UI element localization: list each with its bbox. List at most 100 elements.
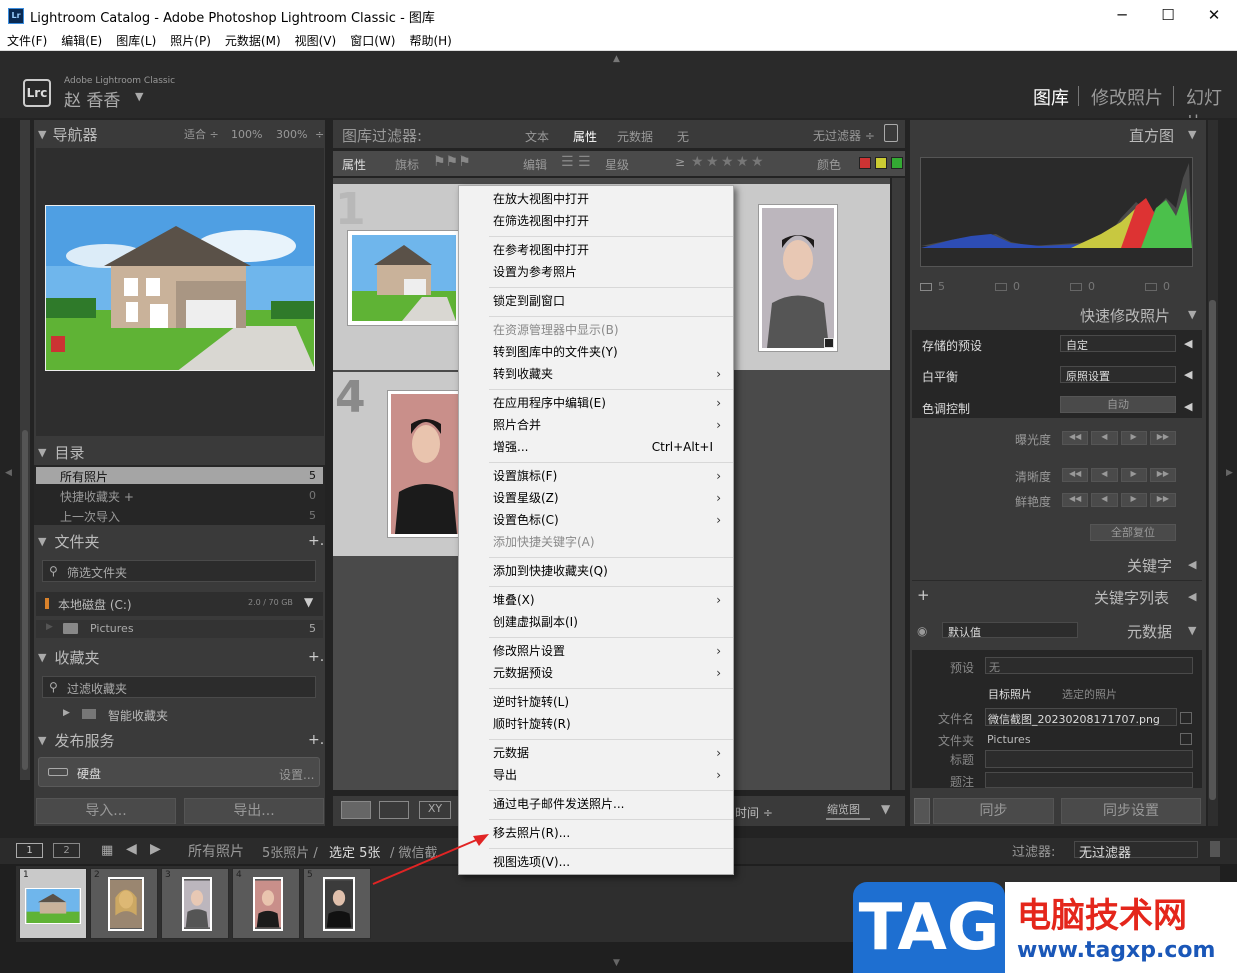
eye-icon[interactable]: ◉ — [917, 624, 927, 638]
right-panel-scrollbar[interactable] — [1209, 300, 1216, 800]
module-library[interactable]: 图库 — [1033, 84, 1069, 110]
filmstrip-thumb-4[interactable]: 4 — [232, 868, 300, 939]
filmstrip-source[interactable]: 所有照片 — [188, 841, 244, 861]
edit-filter-icons[interactable]: ☰ ☰ — [561, 154, 591, 170]
grid-view-button[interactable] — [341, 801, 371, 819]
export-button[interactable]: 导出... — [184, 798, 324, 824]
flag-filter-icons[interactable]: ⚑⚑⚑ — [433, 154, 471, 170]
compare-view-button[interactable]: XY — [419, 801, 451, 819]
filter-lock-icon[interactable] — [1210, 841, 1220, 857]
context-menu-item[interactable]: 视图选项(V)... — [459, 851, 733, 873]
publish-collapse-icon[interactable]: ▼ — [38, 734, 46, 747]
disk-expand-icon[interactable]: ▼ — [304, 595, 313, 609]
context-menu-item[interactable]: 逆时针旋转(L) — [459, 691, 733, 713]
context-menu-item[interactable]: 设置色标(C) › — [459, 509, 733, 531]
nav-100[interactable]: 100% — [231, 128, 262, 141]
module-develop[interactable]: 修改照片 — [1091, 84, 1163, 110]
menu-file[interactable]: 文件(F) — [0, 31, 54, 51]
folder-expand-icon[interactable]: ▶ — [46, 622, 53, 632]
filmstrip-thumb-1[interactable]: 1 — [19, 868, 87, 939]
context-menu-item[interactable]: 转到收藏夹 › — [459, 363, 733, 385]
auto-sync-toggle[interactable] — [914, 798, 930, 824]
go-to-folder-icon[interactable] — [1180, 733, 1192, 745]
minimize-button[interactable]: ─ — [1099, 0, 1145, 31]
filmstrip-thumb-5[interactable]: 5 — [303, 868, 371, 939]
toolbar-menu-icon[interactable]: ▼ — [881, 802, 890, 816]
lock-icon[interactable] — [884, 124, 898, 142]
folders-add-icon[interactable]: +. — [308, 533, 324, 549]
menu-photo[interactable]: 照片(P) — [163, 31, 218, 51]
loupe-view-button[interactable] — [379, 801, 409, 819]
sort-select[interactable]: 时间 ÷ — [735, 804, 773, 821]
qd-auto-tone-button[interactable]: 自动 — [1060, 396, 1176, 413]
close-button[interactable]: ✕ — [1191, 0, 1237, 31]
filter-tab-none[interactable]: 无 — [677, 128, 689, 145]
meta-caption-field[interactable] — [985, 772, 1193, 788]
left-panel-toggle-icon[interactable]: ◀ — [5, 468, 12, 478]
publish-hard-drive[interactable]: 硬盘 设置... — [38, 757, 320, 787]
context-menu-item[interactable]: 设置星级(Z) › — [459, 487, 733, 509]
context-menu-item[interactable]: 设置旗标(F) › — [459, 465, 733, 487]
collections-collapse-icon[interactable]: ▼ — [38, 651, 46, 664]
metadata-collapse-icon[interactable]: ▼ — [1188, 624, 1196, 637]
context-menu-item[interactable]: 元数据 › — [459, 742, 733, 764]
navigator-preview[interactable] — [36, 148, 324, 436]
nav-300[interactable]: 300% — [276, 128, 307, 141]
qd-preset-expand-icon[interactable]: ◀ — [1184, 337, 1192, 350]
import-button[interactable]: 导入... — [36, 798, 176, 824]
context-menu-item[interactable]: 添加到快捷收藏夹(Q) — [459, 560, 733, 582]
context-menu-item[interactable]: 修改照片设置 › — [459, 640, 733, 662]
qd-reset-all-button[interactable]: 全部复位 — [1090, 524, 1176, 541]
qd-vibrance-buttons[interactable]: ◀◀ ◀ ▶ ▶▶ — [1062, 493, 1176, 507]
collections-add-icon[interactable]: +. — [308, 649, 324, 665]
grid-thumb-house[interactable] — [347, 230, 461, 326]
context-menu-item[interactable]: 元数据预设 › — [459, 662, 733, 684]
keyword-list-expand-icon[interactable]: ◀ — [1188, 590, 1196, 603]
menu-help[interactable]: 帮助(H) — [402, 31, 458, 51]
grid-shortcut-icon[interactable]: ▦ — [101, 843, 113, 858]
context-menu-item[interactable]: 移去照片(R)... — [459, 822, 733, 844]
back-arrow-icon[interactable]: ◀ — [126, 841, 137, 857]
qd-saved-preset-select[interactable]: 自定 — [1060, 335, 1176, 352]
qd-wb-expand-icon[interactable]: ◀ — [1184, 368, 1192, 381]
publish-add-icon[interactable]: +. — [308, 732, 324, 748]
publish-setup-link[interactable]: 设置... — [279, 766, 314, 783]
context-menu-item[interactable]: 顺时针旋转(R) — [459, 713, 733, 735]
meta-title-field[interactable] — [985, 750, 1193, 768]
smart-expand-icon[interactable]: ▶ — [63, 708, 70, 718]
menu-metadata[interactable]: 元数据(M) — [218, 31, 288, 51]
folders-filter-input[interactable]: ⚲ 筛选文件夹 — [42, 560, 316, 582]
context-menu-item[interactable]: 创建虚拟副本(I) — [459, 611, 733, 633]
context-menu-item[interactable]: 通过电子邮件发送照片... — [459, 793, 733, 815]
folders-collapse-icon[interactable]: ▼ — [38, 535, 46, 548]
metadata-tab-selected[interactable]: 选定的照片 — [1062, 686, 1117, 702]
color-red-icon[interactable] — [859, 157, 871, 169]
identity-dropdown-icon[interactable]: ▼ — [135, 90, 143, 103]
rename-icon[interactable] — [1180, 712, 1192, 724]
filter-preset-select[interactable]: 无过滤器 ÷ — [813, 127, 875, 144]
menu-window[interactable]: 窗口(W) — [343, 31, 402, 51]
context-menu-item[interactable]: 设置为参考照片 — [459, 261, 733, 283]
navigator-collapse-icon[interactable]: ▼ — [38, 128, 46, 141]
grid-thumb-portrait-b[interactable] — [387, 390, 465, 538]
folder-pictures[interactable]: ▶ Pictures 5 — [36, 620, 323, 638]
context-menu-item[interactable]: 导出 › — [459, 764, 733, 786]
secondary-window-button[interactable]: 2 — [53, 843, 80, 858]
nav-fit[interactable]: 适合 ÷ — [184, 126, 219, 142]
menu-library[interactable]: 图库(L) — [109, 31, 163, 51]
sync-settings-button[interactable]: 同步设置 — [1061, 798, 1201, 824]
context-menu-item[interactable]: 照片合并 › — [459, 414, 733, 436]
histogram-collapse-icon[interactable]: ▼ — [1188, 128, 1196, 141]
context-menu-item[interactable]: 在应用程序中编辑(E) › — [459, 392, 733, 414]
bottom-panel-toggle-icon[interactable]: ▼ — [613, 958, 620, 968]
smart-collections[interactable]: ▶ 智能收藏夹 — [36, 704, 323, 724]
qd-exposure-buttons[interactable]: ◀◀ ◀ ▶ ▶▶ — [1062, 431, 1176, 445]
nav-more[interactable]: ÷ — [315, 128, 324, 141]
grid-thumb-portrait-a[interactable] — [758, 204, 838, 352]
right-panel-toggle-icon[interactable]: ▶ — [1226, 468, 1233, 478]
meta-filename-field[interactable]: 微信截图_20230208171707.png — [985, 708, 1177, 726]
filter-tab-attribute[interactable]: 属性 — [573, 128, 597, 145]
context-menu-item[interactable]: 在参考视图中打开 — [459, 239, 733, 261]
color-yellow-icon[interactable] — [875, 157, 887, 169]
context-menu-item[interactable]: 转到图库中的文件夹(Y) — [459, 341, 733, 363]
